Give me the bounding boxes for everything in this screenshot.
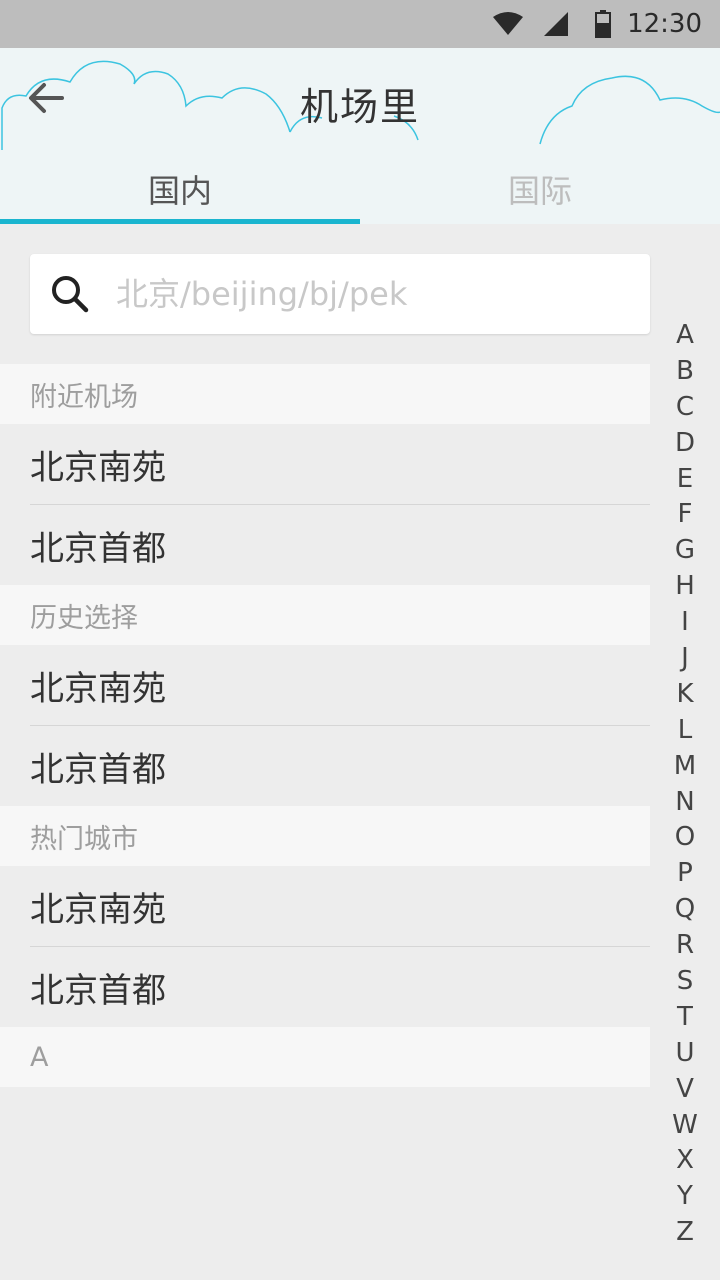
list-item[interactable]: 北京首都 (30, 505, 650, 585)
search-input[interactable] (114, 274, 638, 314)
index-letter-z[interactable]: Z (650, 1215, 720, 1251)
index-letter-r[interactable]: R (650, 928, 720, 964)
index-letter-j[interactable]: J (650, 641, 720, 677)
section-header-history: 历史选择 (0, 585, 650, 645)
section-header-a: A (0, 1027, 650, 1087)
index-letter-i[interactable]: I (650, 605, 720, 641)
status-bar: 12:30 (0, 0, 720, 48)
search-icon (52, 276, 89, 313)
index-letter-u[interactable]: U (650, 1036, 720, 1072)
tab-international-label: 国际 (507, 172, 572, 210)
battery-icon (595, 10, 612, 38)
index-letter-w[interactable]: W (650, 1108, 720, 1144)
index-letter-d[interactable]: D (650, 426, 720, 462)
section-header-nearby: 附近机场 (0, 364, 650, 424)
status-time: 12:30 (627, 9, 702, 39)
index-letter-v[interactable]: V (650, 1072, 720, 1108)
index-letter-t[interactable]: T (650, 1000, 720, 1036)
airport-list: 附近机场 北京南苑 北京首都 历史选择 北京南苑 北京首都 热门城市 北京南苑 … (0, 364, 650, 1087)
wifi-icon (493, 12, 524, 35)
alphabet-index: ABCDEFGHIJKLMNOPQRSTUVWXYZ (650, 318, 720, 1251)
index-letter-c[interactable]: C (650, 390, 720, 426)
list-item[interactable]: 北京南苑 (30, 866, 650, 946)
index-letter-a[interactable]: A (650, 318, 720, 354)
index-letter-f[interactable]: F (650, 497, 720, 533)
tab-international[interactable]: 国际 (360, 154, 720, 224)
index-letter-h[interactable]: H (650, 569, 720, 605)
index-letter-o[interactable]: O (650, 820, 720, 856)
list-item[interactable]: 北京南苑 (30, 424, 650, 504)
tab-domestic-label: 国内 (147, 172, 212, 210)
index-letter-s[interactable]: S (650, 964, 720, 1000)
app-header: 机场里 国内 国际 (0, 48, 720, 224)
page-title: 机场里 (299, 85, 420, 129)
tab-active-indicator (0, 219, 360, 224)
section-header-hot-cities: 热门城市 (0, 806, 650, 866)
index-letter-x[interactable]: X (650, 1143, 720, 1179)
index-letter-b[interactable]: B (650, 354, 720, 390)
index-letter-m[interactable]: M (650, 749, 720, 785)
index-letter-y[interactable]: Y (650, 1179, 720, 1215)
tab-domestic[interactable]: 国内 (0, 154, 360, 224)
index-letter-k[interactable]: K (650, 677, 720, 713)
list-item[interactable]: 北京南苑 (30, 645, 650, 725)
list-item[interactable]: 北京首都 (30, 726, 650, 806)
list-item[interactable]: 北京首都 (30, 947, 650, 1027)
index-letter-e[interactable]: E (650, 462, 720, 498)
index-letter-g[interactable]: G (650, 533, 720, 569)
index-letter-p[interactable]: P (650, 856, 720, 892)
index-letter-q[interactable]: Q (650, 892, 720, 928)
index-letter-n[interactable]: N (650, 785, 720, 821)
search-box (30, 254, 650, 334)
tab-bar: 国内 国际 (0, 154, 720, 224)
cell-signal-icon (544, 12, 569, 36)
index-letter-l[interactable]: L (650, 713, 720, 749)
